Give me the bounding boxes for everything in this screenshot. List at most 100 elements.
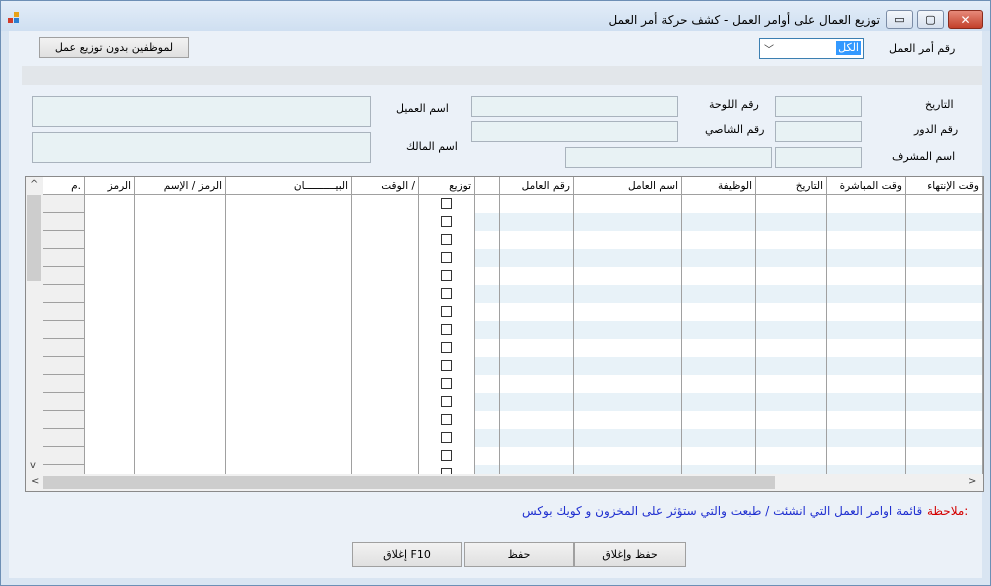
table-row[interactable] [475, 321, 983, 339]
customer-field[interactable] [32, 96, 371, 127]
row-header-cell[interactable] [43, 411, 85, 429]
col-job-header[interactable]: الوظيفة [682, 177, 756, 195]
order-number-label: رقم أمر العمل [889, 42, 956, 55]
row-header-cell[interactable] [43, 285, 85, 303]
window-title: توزيع العمال على أوامر العمل - كشف حركة … [608, 13, 880, 27]
row-header-cell[interactable] [43, 393, 85, 411]
assign-checkbox[interactable] [441, 288, 452, 299]
row-header-cell[interactable] [43, 195, 85, 213]
assign-checkbox[interactable] [441, 306, 452, 317]
table-row[interactable] [475, 339, 983, 357]
row-header-cell[interactable] [43, 375, 85, 393]
close-window-button[interactable]: ✕ [948, 10, 983, 29]
row-header-cell[interactable] [43, 231, 85, 249]
assign-checkbox[interactable] [441, 270, 452, 281]
maximize-button[interactable]: ▢ [917, 10, 944, 29]
col-worker-no-header[interactable]: رقم العامل [500, 177, 574, 195]
col-time-header[interactable]: الوقت / [352, 177, 419, 195]
column-divider [905, 195, 906, 474]
col-worker-name-header[interactable]: اسم العامل [574, 177, 682, 195]
plate-label: رقم اللوحة [709, 98, 759, 111]
row-header-cell[interactable] [43, 447, 85, 465]
close-button[interactable]: إغلاق F10 [352, 542, 462, 567]
table-row[interactable] [475, 195, 983, 213]
assign-checkbox[interactable] [441, 216, 452, 227]
assign-checkbox[interactable] [441, 414, 452, 425]
col-code-name-header[interactable]: الرمز / الإسم [135, 177, 226, 195]
assign-checkbox[interactable] [441, 378, 452, 389]
assign-checkbox[interactable] [441, 234, 452, 245]
col-start-time-header[interactable]: وقت المباشرة [827, 177, 906, 195]
chevron-down-icon[interactable]: ﹀ [764, 41, 774, 56]
row-header-cell[interactable] [43, 321, 85, 339]
minimize-button[interactable]: ▭ [886, 10, 913, 29]
table-row[interactable] [475, 357, 983, 375]
table-row[interactable] [475, 249, 983, 267]
assign-checkbox[interactable] [441, 450, 452, 461]
table-row[interactable] [475, 213, 983, 231]
row-header-cell[interactable] [43, 303, 85, 321]
plate-field[interactable] [471, 96, 678, 117]
table-row[interactable] [475, 447, 983, 465]
assign-checkbox[interactable] [441, 252, 452, 263]
col-time-cells [352, 195, 419, 474]
assign-checkbox[interactable] [441, 342, 452, 353]
supervisor-name-field[interactable] [565, 147, 772, 168]
col-end-time-header[interactable]: وقت الإنتهاء [906, 177, 983, 195]
table-row[interactable] [475, 393, 983, 411]
owner-field[interactable] [32, 132, 371, 163]
supervisor-field[interactable] [775, 147, 862, 168]
column-divider [681, 195, 682, 474]
order-number-combo[interactable]: الكل ﹀ [759, 38, 864, 59]
application-window: توزيع العمال على أوامر العمل - كشف حركة … [0, 0, 991, 586]
date-field[interactable] [775, 96, 862, 117]
save-button[interactable]: حفظ [464, 542, 574, 567]
work-grid[interactable]: ^ v م. الرمز الرمز / الإسم البيــــــــــان… [25, 176, 984, 492]
chassis-field[interactable] [471, 121, 678, 142]
horizontal-scrollbar[interactable]: < > [26, 474, 983, 491]
table-row[interactable] [475, 285, 983, 303]
note-text: قائمة اوامر العمل التي انشئت / طبعت والت… [522, 504, 923, 518]
col-assign-header[interactable]: توزيع [419, 177, 475, 195]
table-row[interactable] [475, 267, 983, 285]
turn-label: رقم الدور [914, 123, 959, 136]
scroll-left-icon[interactable]: < [31, 476, 39, 487]
table-row[interactable] [475, 303, 983, 321]
minimize-icon: ▭ [894, 13, 905, 26]
assign-checkbox[interactable] [441, 198, 452, 209]
no-assign-employees-button[interactable]: لموظفين بدون توزيع عمل [39, 37, 189, 58]
row-header-cell[interactable] [43, 429, 85, 447]
vertical-scrollbar[interactable]: ^ v [26, 177, 43, 474]
row-header-cell[interactable] [43, 249, 85, 267]
customer-label: اسم العميل [396, 102, 449, 115]
vertical-scroll-thumb[interactable] [27, 195, 41, 281]
table-row[interactable] [475, 375, 983, 393]
note-label: ملاحظة: [927, 504, 969, 518]
col-blank-header[interactable] [475, 177, 500, 195]
col-code-header[interactable]: الرمز [85, 177, 135, 195]
row-header-cell[interactable] [43, 213, 85, 231]
row-header-cell[interactable] [43, 339, 85, 357]
scroll-up-icon[interactable]: ^ [30, 179, 38, 190]
column-divider [755, 195, 756, 474]
assign-checkbox[interactable] [441, 432, 452, 443]
col-description-header[interactable]: البيــــــــــان [226, 177, 352, 195]
assign-checkbox[interactable] [441, 360, 452, 371]
horizontal-scroll-thumb[interactable] [43, 476, 775, 489]
scroll-down-icon[interactable]: v [30, 460, 36, 471]
order-number-value: الكل [836, 41, 861, 55]
save-close-button[interactable]: حفظ وإغلاق [574, 542, 686, 567]
assign-checkbox[interactable] [441, 324, 452, 335]
assign-checkbox[interactable] [441, 396, 452, 407]
turn-field[interactable] [775, 121, 862, 142]
row-header-cell[interactable] [43, 357, 85, 375]
row-header-cell[interactable] [43, 267, 85, 285]
col-index-header[interactable]: م. [43, 177, 85, 195]
table-row[interactable] [475, 411, 983, 429]
table-row[interactable] [475, 231, 983, 249]
scroll-right-icon[interactable]: > [968, 476, 976, 487]
app-icon[interactable] [8, 12, 22, 24]
title-bar: توزيع العمال على أوامر العمل - كشف حركة … [1, 1, 990, 31]
col-date-header[interactable]: التاريخ [756, 177, 827, 195]
table-row[interactable] [475, 429, 983, 447]
